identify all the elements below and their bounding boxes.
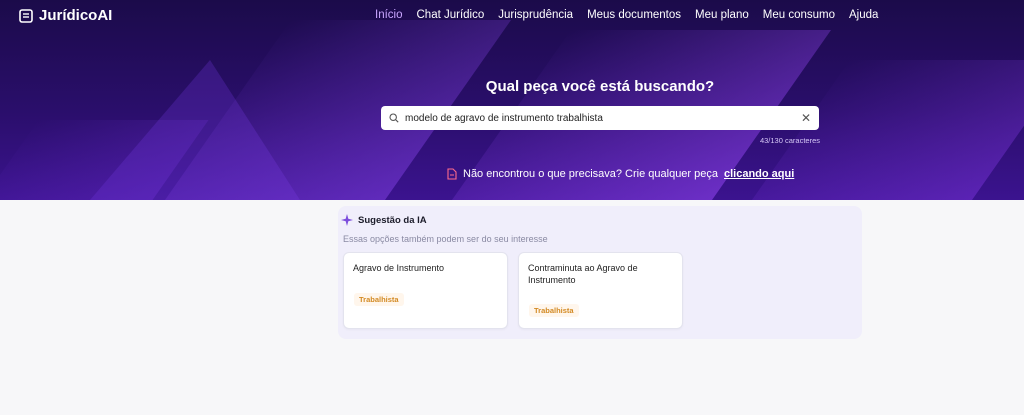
suggestion-card[interactable]: Contraminuta ao Agravo de Instrumento Tr…: [518, 252, 683, 329]
nav-item-meu-consumo[interactable]: Meu consumo: [763, 9, 835, 21]
suggestion-card[interactable]: Agravo de Instrumento Trabalhista: [343, 252, 508, 329]
nav-item-meu-plano[interactable]: Meu plano: [695, 9, 749, 21]
hero-banner: JurídicoAI Início Chat Jurídico Jurispru…: [0, 0, 1024, 200]
ai-suggestion-title-text: Sugestão da IA: [358, 214, 427, 226]
logo-text: JurídicoAI: [39, 7, 113, 24]
clear-icon[interactable]: ✕: [801, 111, 811, 125]
suggestion-card-title: Agravo de Instrumento: [353, 263, 445, 273]
nav-item-chat-juridico[interactable]: Chat Jurídico: [417, 9, 485, 21]
ai-suggestion-title: Sugestão da IA: [341, 214, 427, 226]
nav-item-inicio[interactable]: Início: [375, 9, 403, 21]
not-found-text: Não encontrou o que precisava? Crie qual…: [463, 168, 718, 180]
suggestion-card-title: Contraminuta ao Agravo de Instrumento: [528, 263, 638, 285]
sparkle-icon: [341, 214, 353, 226]
char-counter: 43/130 caracteres: [759, 136, 820, 145]
hero-title: Qual peça você está buscando?: [485, 78, 715, 95]
search-box[interactable]: ✕: [381, 106, 819, 130]
area-tag: Trabalhista: [354, 293, 404, 306]
search-icon: [389, 113, 399, 123]
document-logo-icon: [19, 8, 33, 23]
main-nav: Início Chat Jurídico Jurisprudência Meus…: [375, 9, 878, 21]
nav-item-meus-documentos[interactable]: Meus documentos: [587, 9, 681, 21]
not-found-message: Não encontrou o que precisava? Crie qual…: [447, 168, 794, 180]
document-icon: [447, 168, 457, 180]
create-piece-link[interactable]: clicando aqui: [724, 168, 794, 180]
nav-item-jurisprudencia[interactable]: Jurisprudência: [498, 9, 573, 21]
nav-item-ajuda[interactable]: Ajuda: [849, 9, 878, 21]
search-input[interactable]: [405, 112, 801, 124]
ai-suggestion-subtitle: Essas opções também podem ser do seu int…: [343, 234, 548, 244]
logo[interactable]: JurídicoAI: [19, 7, 112, 24]
area-tag: Trabalhista: [529, 304, 579, 317]
